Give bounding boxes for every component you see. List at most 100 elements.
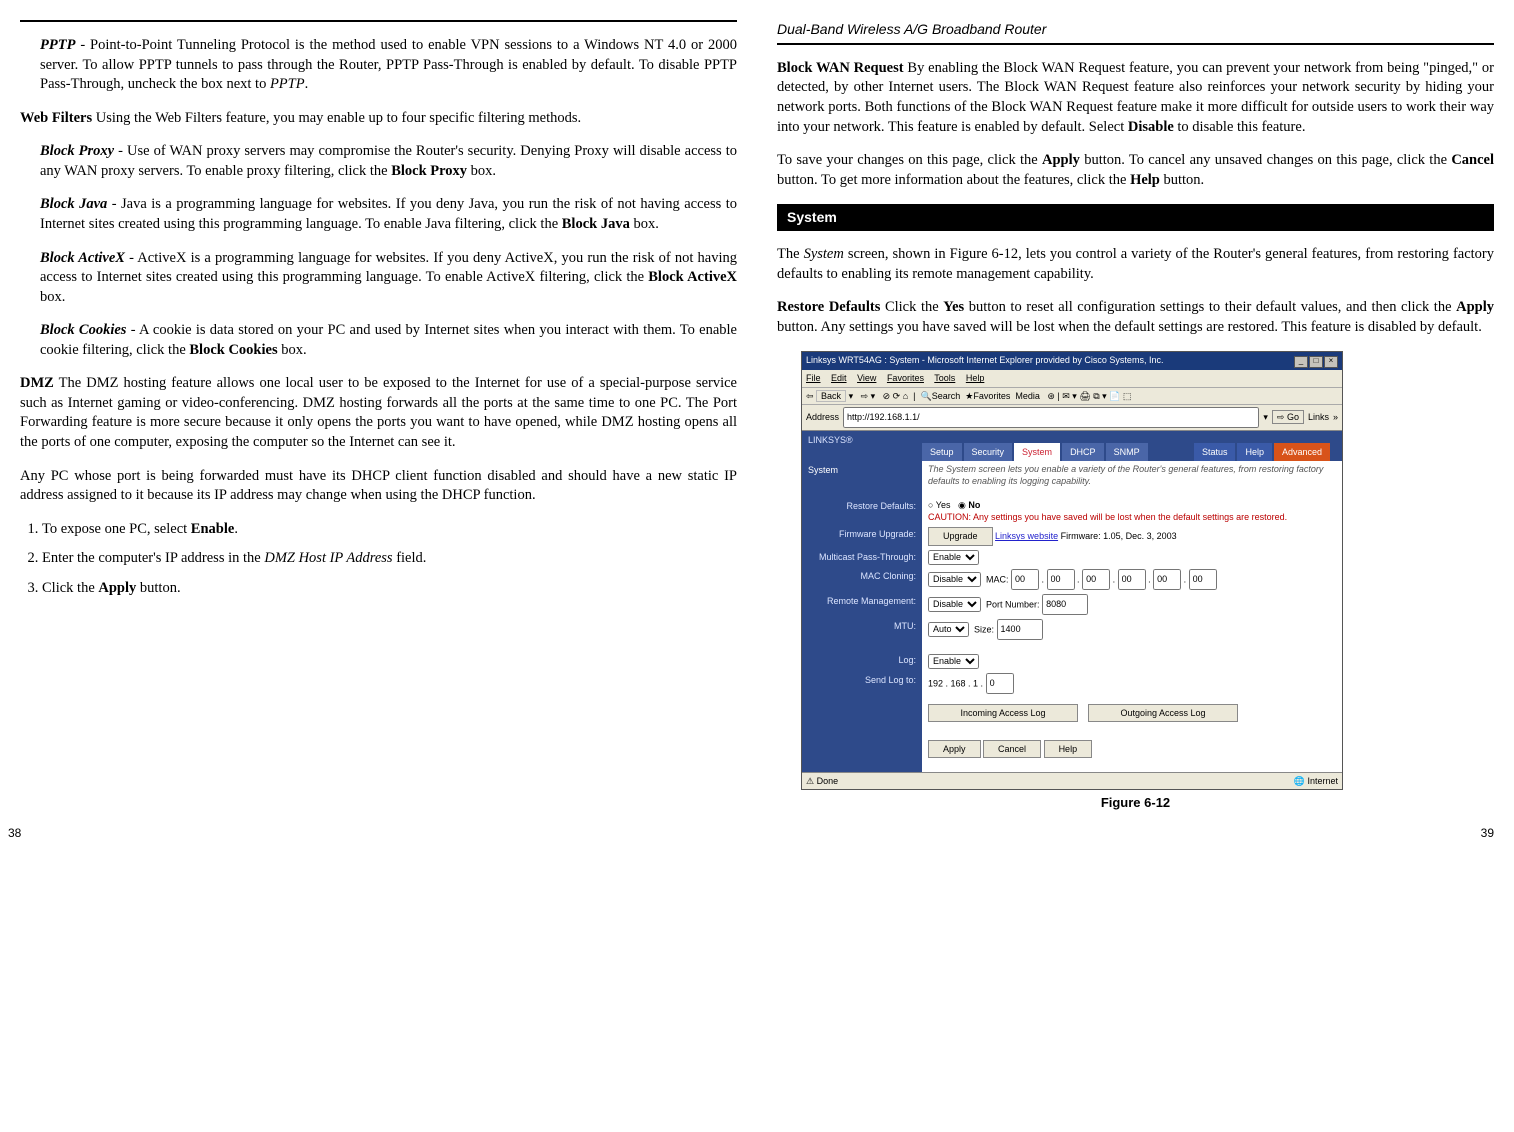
port-input[interactable]: [1042, 594, 1088, 615]
status-bar: ⚠ Done 🌐 Internet: [802, 772, 1342, 789]
window-titlebar[interactable]: Linksys WRT54AG : System - Microsoft Int…: [802, 352, 1342, 370]
tab-help[interactable]: Help: [1237, 443, 1272, 461]
remote-mgmt-select[interactable]: Disable: [928, 597, 981, 612]
links-button[interactable]: Links: [1308, 411, 1329, 423]
mac-label: MAC:: [986, 574, 1009, 584]
label-mac: MAC Cloning:: [802, 567, 922, 592]
label-restore: Restore Defaults:: [802, 497, 922, 525]
nav-tabs: Setup Security System DHCP SNMP Status H…: [922, 437, 1336, 461]
menu-tools[interactable]: Tools: [934, 373, 955, 383]
label-sendlog: Send Log to:: [802, 671, 922, 696]
screenshot-figure: Linksys WRT54AG : System - Microsoft Int…: [801, 351, 1343, 790]
webfilters-para: Web Filters Using the Web Filters featur…: [20, 109, 737, 129]
firmware-info: Firmware: 1.05, Dec. 3, 2003: [1061, 531, 1177, 541]
page-number-right: 39: [1481, 825, 1494, 841]
side-heading: System: [808, 464, 916, 476]
label-remote: Remote Management:: [802, 592, 922, 617]
mac-3[interactable]: [1082, 569, 1110, 590]
window-buttons: _□×: [1293, 354, 1338, 368]
window-title: Linksys WRT54AG : System - Microsoft Int…: [806, 354, 1163, 368]
mac-6[interactable]: [1189, 569, 1217, 590]
cancel-button[interactable]: Cancel: [983, 740, 1041, 758]
mac-2[interactable]: [1047, 569, 1075, 590]
address-bar: Address ▾ ⇨ Go Links »: [802, 405, 1342, 431]
block-java-para: Block Java - Java is a programming langu…: [20, 195, 737, 234]
menu-favorites[interactable]: Favorites: [887, 373, 924, 383]
status-done: ⚠ Done: [806, 775, 838, 787]
dmz-para: DMZ The DMZ hosting feature allows one l…: [20, 374, 737, 452]
menu-edit[interactable]: Edit: [831, 373, 847, 383]
system-para: The System screen, shown in Figure 6-12,…: [777, 245, 1494, 284]
section-bar-system: System: [777, 204, 1494, 231]
block-proxy-para: Block Proxy - Use of WAN proxy servers m…: [20, 142, 737, 181]
restore-para: Restore Defaults Click the Yes button to…: [777, 298, 1494, 337]
sendlog-last-octet[interactable]: [986, 673, 1014, 694]
label-firmware: Firmware Upgrade:: [802, 525, 922, 547]
block-cookies-para: Block Cookies - A cookie is data stored …: [20, 321, 737, 360]
page-left: PPTP - Point-to-Point Tunneling Protocol…: [20, 20, 737, 842]
menubar: File Edit View Favorites Tools Help: [802, 370, 1342, 387]
page-right: Dual-Band Wireless A/G Broadband Router …: [777, 20, 1494, 842]
menu-view[interactable]: View: [857, 373, 876, 383]
label-log: Log:: [802, 642, 922, 671]
step-2: Enter the computer's IP address in the D…: [42, 549, 737, 569]
maximize-button[interactable]: □: [1309, 356, 1323, 368]
close-button[interactable]: ×: [1324, 356, 1338, 368]
apply-button[interactable]: Apply: [928, 740, 981, 758]
page-number-left: 38: [8, 825, 21, 841]
address-dropdown-icon[interactable]: ▾: [1263, 411, 1268, 423]
step-3: Click the Apply button.: [42, 579, 737, 599]
address-label: Address: [806, 411, 839, 423]
size-label: Size:: [974, 624, 994, 634]
step-1: To expose one PC, select Enable.: [42, 520, 737, 540]
caution-text: CAUTION: Any settings you have saved wil…: [928, 512, 1287, 522]
favorites-button[interactable]: Favorites: [973, 391, 1010, 401]
size-input[interactable]: [997, 619, 1043, 640]
running-head: Dual-Band Wireless A/G Broadband Router: [777, 20, 1494, 45]
tab-setup[interactable]: Setup: [922, 443, 962, 461]
restore-yes-radio[interactable]: Yes: [928, 500, 950, 510]
search-button[interactable]: Search: [932, 391, 961, 401]
mac-5[interactable]: [1153, 569, 1181, 590]
incoming-log-button[interactable]: Incoming Access Log: [928, 704, 1078, 722]
figure-caption: Figure 6-12: [777, 794, 1494, 812]
system-desc: The System screen lets you enable a vari…: [928, 463, 1336, 487]
dmz-para2: Any PC whose port is being forwarded mus…: [20, 467, 737, 506]
label-multicast: Multicast Pass-Through:: [802, 548, 922, 567]
linksys-website-link[interactable]: Linksys website: [995, 531, 1058, 541]
mac-cloning-select[interactable]: Disable: [928, 572, 981, 587]
wan-para: Block WAN Request By enabling the Block …: [777, 59, 1494, 137]
address-input[interactable]: [843, 407, 1259, 428]
mac-1[interactable]: [1011, 569, 1039, 590]
restore-no-radio[interactable]: No: [958, 500, 980, 510]
port-label: Port Number:: [986, 599, 1040, 609]
minimize-button[interactable]: _: [1294, 356, 1308, 368]
upgrade-button[interactable]: Upgrade: [928, 527, 993, 545]
label-mtu: MTU:: [802, 617, 922, 642]
router-page: LINKSYS® Setup Security System DHCP SNMP…: [802, 431, 1342, 772]
tab-snmp[interactable]: SNMP: [1106, 443, 1148, 461]
back-button[interactable]: Back: [816, 390, 846, 402]
multicast-select[interactable]: Enable: [928, 550, 979, 565]
tab-dhcp[interactable]: DHCP: [1062, 443, 1104, 461]
tab-system[interactable]: System: [1014, 443, 1060, 461]
tab-status[interactable]: Status: [1194, 443, 1236, 461]
media-button[interactable]: Media: [1015, 391, 1040, 401]
menu-help[interactable]: Help: [966, 373, 985, 383]
menu-file[interactable]: File: [806, 373, 821, 383]
pptp-para: PPTP - Point-to-Point Tunneling Protocol…: [20, 36, 737, 95]
go-button[interactable]: ⇨ Go: [1272, 410, 1304, 424]
pptp-label: PPTP: [40, 37, 75, 53]
outgoing-log-button[interactable]: Outgoing Access Log: [1088, 704, 1238, 722]
tab-advanced[interactable]: Advanced: [1274, 443, 1330, 461]
tab-security[interactable]: Security: [964, 443, 1013, 461]
log-select[interactable]: Enable: [928, 654, 979, 669]
help-button[interactable]: Help: [1044, 740, 1093, 758]
browser-toolbar: ⇦ Back ▾ ⇨ ▾ ⊘ ⟳ ⌂ | 🔍Search ★Favorites …: [802, 388, 1342, 405]
dmz-steps: To expose one PC, select Enable. Enter t…: [20, 520, 737, 599]
mac-4[interactable]: [1118, 569, 1146, 590]
block-activex-para: Block ActiveX - ActiveX is a programming…: [20, 249, 737, 308]
brand-logo: LINKSYS®: [808, 434, 916, 446]
status-internet: 🌐 Internet: [1294, 775, 1338, 787]
mtu-select[interactable]: Auto: [928, 622, 969, 637]
